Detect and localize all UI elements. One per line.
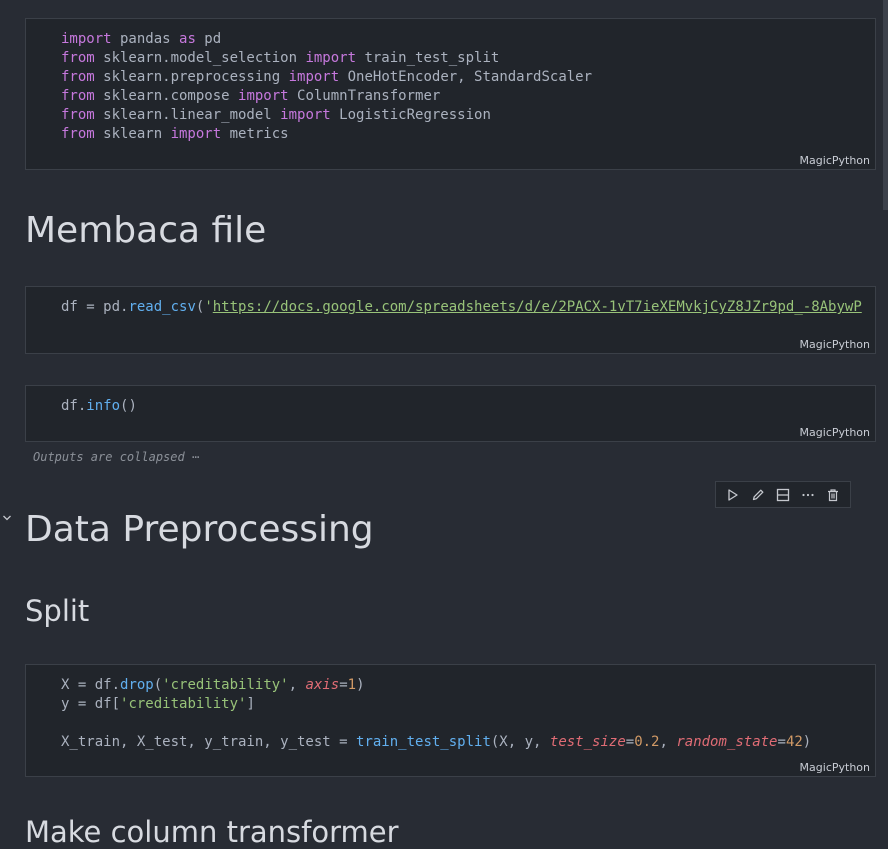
code-editor[interactable]: import pandas as pd from sklearn.model_s… — [61, 30, 592, 144]
language-indicator[interactable]: MagicPython — [800, 426, 870, 439]
split-cell-icon[interactable] — [772, 484, 794, 506]
code-token: = — [777, 734, 786, 750]
code-token: https://docs.google.com/spreadsheets/d/e… — [212, 299, 862, 315]
code-token: sklearn.model_selection — [94, 50, 306, 66]
code-token: axis — [305, 677, 340, 693]
code-token: import — [288, 69, 340, 85]
run-icon[interactable] — [722, 484, 744, 506]
code-token: OneHotEncoder, StandardScaler — [339, 69, 593, 85]
code-token: ( — [153, 677, 163, 693]
code-cell-imports[interactable]: import pandas as pd from sklearn.model_s… — [25, 18, 876, 170]
markdown-heading-split: Split — [25, 594, 90, 628]
code-editor[interactable]: X = df.drop('creditability', axis=1) y =… — [61, 676, 811, 752]
vertical-scrollbar[interactable] — [883, 0, 888, 210]
code-token: df. — [61, 398, 87, 414]
code-token: 'creditability' — [162, 677, 289, 693]
code-token: train_test_split — [356, 50, 500, 66]
code-token: df = pd. — [61, 299, 129, 315]
code-token: as — [179, 31, 196, 47]
code-token: info — [86, 398, 121, 414]
code-token: import — [238, 88, 289, 104]
code-token: from — [61, 50, 95, 66]
code-token: pandas — [111, 31, 180, 47]
code-token: ) — [802, 734, 812, 750]
code-token: 42 — [785, 734, 803, 750]
code-token: import — [61, 31, 112, 47]
code-token: , — [288, 677, 306, 693]
code-token: pd — [195, 31, 222, 47]
code-token: train_test_split — [356, 734, 491, 750]
code-token: read_csv — [128, 299, 196, 315]
code-token: ' — [204, 299, 213, 315]
code-token: from — [61, 69, 95, 85]
delete-icon[interactable] — [822, 484, 844, 506]
code-token: ] — [246, 696, 255, 712]
more-icon[interactable] — [797, 484, 819, 506]
markdown-heading-preprocessing: Data Preprocessing — [25, 509, 374, 550]
code-editor[interactable]: df.info() — [61, 397, 137, 416]
markdown-heading-transformer: Make column transformer — [25, 815, 399, 849]
language-indicator[interactable]: MagicPython — [800, 154, 870, 167]
code-token: 0.2 — [634, 734, 660, 750]
code-token: metrics — [221, 126, 289, 142]
code-token: sklearn.linear_model — [94, 107, 281, 123]
code-token: = — [625, 734, 635, 750]
markdown-heading-membaca: Membaca file — [25, 210, 267, 251]
code-token: test_size — [549, 734, 626, 750]
code-token: ) — [356, 677, 365, 693]
code-token: LogisticRegression — [330, 107, 491, 123]
code-token: , — [659, 734, 677, 750]
code-cell-read-csv[interactable]: df = pd.read_csv('https://docs.google.co… — [25, 286, 876, 354]
code-token: sklearn.preprocessing — [94, 69, 289, 85]
cell-toolbar — [715, 481, 851, 508]
code-token: sklearn.compose — [94, 88, 239, 104]
code-token: ColumnTransformer — [288, 88, 441, 104]
code-token: () — [120, 398, 137, 414]
code-token: from — [61, 88, 95, 104]
code-editor[interactable]: df = pd.read_csv('https://docs.google.co… — [61, 298, 862, 317]
code-cell-split[interactable]: X = df.drop('creditability', axis=1) y =… — [25, 664, 876, 777]
code-token: y = df[ — [61, 696, 121, 712]
code-token: 1 — [347, 677, 357, 693]
chevron-down-icon[interactable] — [1, 511, 13, 523]
code-token: drop — [120, 677, 154, 693]
code-token: X_train, X_test, y_train, y_test = — [61, 734, 357, 750]
code-token: = — [339, 677, 348, 693]
code-token: (X, y, — [490, 734, 550, 750]
code-token: X = df. — [61, 677, 121, 693]
language-indicator[interactable]: MagicPython — [800, 761, 870, 774]
code-token: import — [170, 126, 222, 142]
code-token: from — [61, 126, 95, 142]
edit-icon[interactable] — [747, 484, 769, 506]
code-cell-info[interactable]: df.info() MagicPython — [25, 385, 876, 442]
code-token: from — [61, 107, 95, 123]
language-indicator[interactable]: MagicPython — [800, 338, 870, 351]
outputs-collapsed-label[interactable]: Outputs are collapsed ⋯ — [33, 450, 199, 464]
code-token: 'creditability' — [120, 696, 247, 712]
code-token: import — [305, 50, 357, 66]
code-token: import — [280, 107, 331, 123]
code-token: random_state — [676, 734, 778, 750]
code-token: sklearn — [94, 126, 171, 142]
